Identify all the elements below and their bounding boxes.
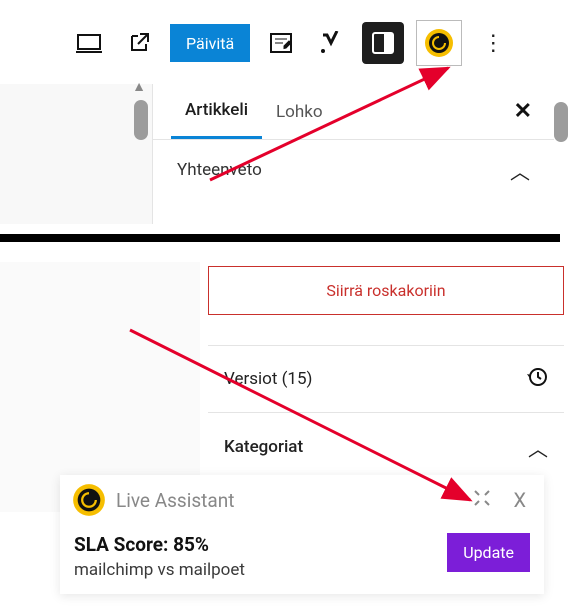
scrollbar-thumb[interactable]: [134, 100, 148, 140]
section-summary-label: Yhteenveto: [177, 160, 262, 180]
edit-post-button[interactable]: [262, 24, 300, 62]
publish-button[interactable]: Päivitä: [170, 24, 250, 62]
close-sidebar-button[interactable]: ✕: [514, 99, 532, 124]
sla-keyword: mailchimp vs mailpoet: [74, 560, 447, 580]
yoast-icon[interactable]: [312, 24, 350, 62]
tab-article[interactable]: Artikkeli: [171, 84, 262, 139]
more-menu-button[interactable]: ⋮: [474, 31, 512, 56]
live-assistant-panel: Live Assistant X SLA Score: 85% mailchim…: [60, 475, 544, 594]
open-external-button[interactable]: [120, 24, 158, 62]
revisions-label: Versiot (15): [224, 369, 312, 389]
history-icon: [526, 366, 548, 393]
categories-row[interactable]: Kategoriat ︿: [208, 413, 564, 481]
section-divider: [0, 234, 560, 242]
scrollbar-thumb[interactable]: [554, 102, 568, 142]
tab-block[interactable]: Lohko: [262, 84, 337, 139]
left-scroll-gutter: ▲: [0, 84, 152, 224]
section-summary-row[interactable]: Yhteenveto ︿: [153, 140, 554, 200]
live-assistant-logo-icon: [72, 483, 106, 517]
device-preview-button[interactable]: [70, 24, 108, 62]
revisions-row[interactable]: Versiot (15): [208, 345, 564, 413]
live-assistant-toolbar-icon[interactable]: [416, 20, 462, 66]
scroll-up-arrow-icon: ▲: [132, 78, 146, 95]
sla-score-line: SLA Score: 85%: [74, 533, 447, 556]
close-assistant-button[interactable]: X: [507, 488, 532, 512]
live-assistant-title: Live Assistant: [116, 489, 234, 512]
update-button[interactable]: Update: [447, 533, 530, 572]
move-to-trash-button[interactable]: Siirrä roskakoriin: [208, 266, 564, 315]
chevron-up-icon: ︿: [528, 433, 548, 462]
expand-icon[interactable]: [467, 488, 497, 512]
settings-panel-toggle[interactable]: [362, 22, 404, 64]
categories-label: Kategoriat: [224, 437, 303, 457]
chevron-up-icon: ︿: [510, 156, 530, 185]
